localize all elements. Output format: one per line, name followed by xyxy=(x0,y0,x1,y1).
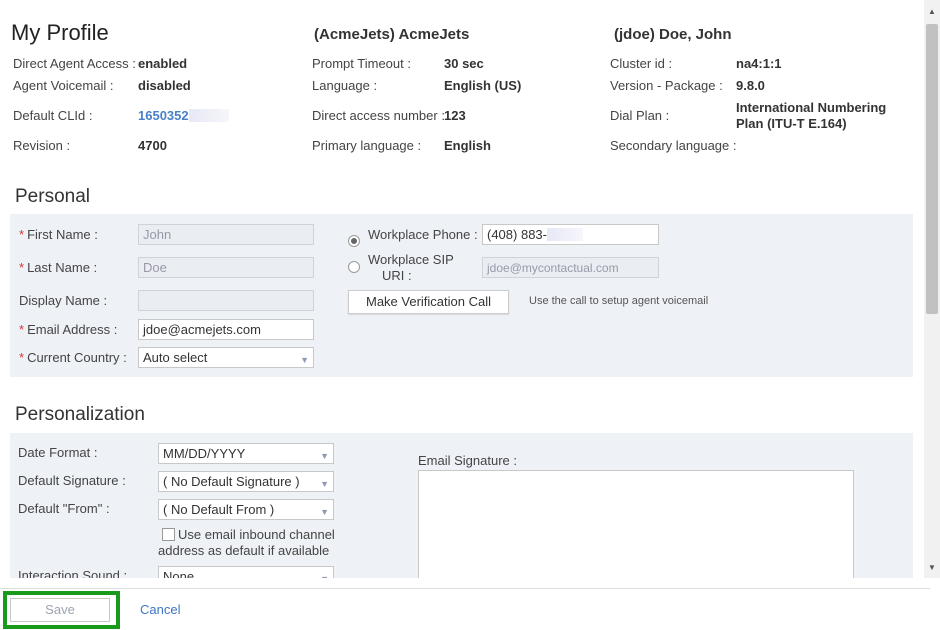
personal-section-title: Personal xyxy=(15,186,90,207)
cluster-id-label: Cluster id : xyxy=(610,56,673,71)
email-signature-textarea[interactable] xyxy=(418,470,854,578)
date-format-label: Date Format : xyxy=(18,445,98,460)
chevron-down-icon: ▼ xyxy=(320,451,329,461)
default-clid-label: Default CLId : xyxy=(13,108,93,123)
footer-divider xyxy=(0,588,930,589)
verification-hint: Use the call to setup agent voicemail xyxy=(529,295,709,307)
cluster-id-value: na4:1:1 xyxy=(736,56,782,71)
user-name: (jdoe) Doe, John xyxy=(614,26,732,43)
prompt-timeout-label: Prompt Timeout : xyxy=(312,56,411,71)
interaction-sound-label: Interaction Sound : xyxy=(18,568,128,578)
make-verification-call-button[interactable]: Make Verification Call xyxy=(348,290,509,314)
use-inbound-channel-label-line1: Use email inbound channel xyxy=(178,527,335,542)
email-signature-label: Email Signature : xyxy=(418,453,517,468)
page-title: My Profile xyxy=(11,20,109,45)
save-button-highlight xyxy=(3,591,120,629)
email-address-field[interactable]: jdoe@acmejets.com xyxy=(138,319,314,340)
last-name-label: * Last Name : xyxy=(19,260,98,275)
direct-access-number-label: Direct access number : xyxy=(312,108,445,123)
cancel-link[interactable]: Cancel xyxy=(140,602,180,617)
current-country-select[interactable]: Auto select ▼ xyxy=(138,347,314,368)
direct-agent-access-label: Direct Agent Access : xyxy=(13,56,136,71)
chevron-down-icon: ▼ xyxy=(320,507,329,517)
default-signature-label: Default Signature : xyxy=(18,473,126,488)
default-from-label: Default "From" : xyxy=(18,501,110,516)
dial-plan-value-line2: Plan (ITU-T E.164) xyxy=(736,116,847,131)
last-name-field[interactable]: Doe xyxy=(138,257,314,278)
primary-language-label: Primary language : xyxy=(312,138,422,153)
dial-plan-value-line1: International Numbering xyxy=(736,100,887,115)
tenant-name: (AcmeJets) AcmeJets xyxy=(314,26,470,43)
interaction-sound-select[interactable]: None ▼ xyxy=(158,566,334,578)
current-country-label: * Current Country : xyxy=(19,350,127,365)
workplace-sip-radio[interactable] xyxy=(348,261,360,273)
workplace-phone-field[interactable]: (408) 883- xyxy=(482,224,659,245)
workplace-phone-label: Workplace Phone : xyxy=(368,227,478,242)
version-package-value: 9.8.0 xyxy=(736,78,765,93)
revision-label: Revision : xyxy=(13,138,71,153)
primary-language-value: English xyxy=(444,138,491,153)
use-inbound-channel-checkbox[interactable] xyxy=(162,528,175,541)
default-clid-value[interactable]: 1650352 xyxy=(138,108,229,123)
agent-voicemail-label: Agent Voicemail : xyxy=(13,78,114,93)
default-from-select[interactable]: ( No Default From ) ▼ xyxy=(158,499,334,520)
workplace-sip-field[interactable]: jdoe@mycontactual.com xyxy=(482,257,659,278)
workplace-phone-radio[interactable] xyxy=(348,235,360,247)
dial-plan-label: Dial Plan : xyxy=(610,108,670,123)
language-label: Language : xyxy=(312,78,378,93)
agent-voicemail-value: disabled xyxy=(138,78,191,93)
workplace-sip-label-line1: Workplace SIP xyxy=(368,252,454,267)
revision-value: 4700 xyxy=(138,138,167,153)
display-name-field[interactable] xyxy=(138,290,314,311)
display-name-label: Display Name : xyxy=(19,293,108,308)
scroll-down-icon[interactable]: ▼ xyxy=(924,560,940,576)
chevron-down-icon: ▼ xyxy=(320,479,329,489)
first-name-field[interactable]: John xyxy=(138,224,314,245)
workplace-sip-label-line2: URI : xyxy=(382,268,412,283)
redacted-area xyxy=(188,109,229,122)
direct-access-number-value: 123 xyxy=(444,108,466,123)
default-signature-select[interactable]: ( No Default Signature ) ▼ xyxy=(158,471,334,492)
secondary-language-label: Secondary language : xyxy=(610,138,737,153)
chevron-down-icon: ▼ xyxy=(320,571,329,578)
scroll-up-icon[interactable]: ▲ xyxy=(924,4,940,20)
vertical-scrollbar[interactable]: ▲ ▼ xyxy=(924,0,940,578)
language-value: English (US) xyxy=(444,78,522,93)
version-package-label: Version - Package : xyxy=(610,78,723,93)
prompt-timeout-value: 30 sec xyxy=(444,56,484,71)
profile-scroll-area: My Profile (AcmeJets) AcmeJets (jdoe) Do… xyxy=(0,0,924,578)
direct-agent-access-value: enabled xyxy=(138,56,188,71)
use-inbound-channel-label-line2: address as default if available xyxy=(158,543,330,558)
personalization-section-title: Personalization xyxy=(15,404,145,425)
first-name-label: * First Name : xyxy=(19,227,98,242)
email-address-label: * Email Address : xyxy=(19,322,118,337)
date-format-select[interactable]: MM/DD/YYYY ▼ xyxy=(158,443,334,464)
scrollbar-thumb[interactable] xyxy=(926,24,938,314)
redacted-area xyxy=(546,228,583,241)
chevron-down-icon: ▼ xyxy=(300,355,309,365)
